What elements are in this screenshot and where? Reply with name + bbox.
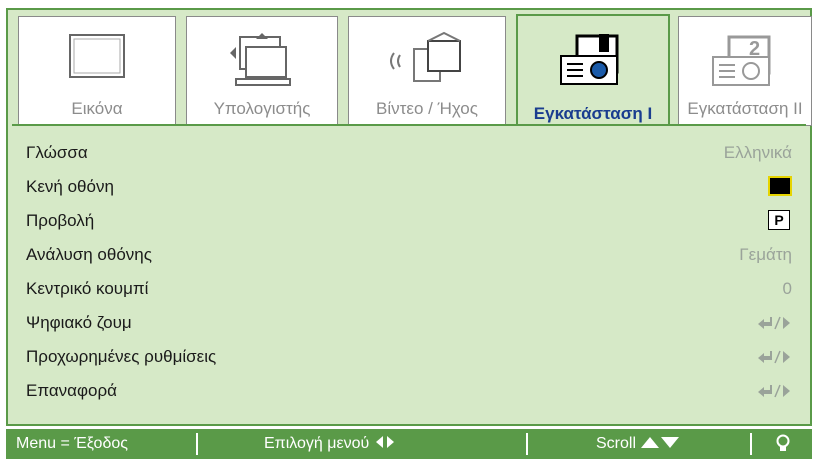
tab-setup-2[interactable]: 2 Εγκατάσταση II [678,16,812,126]
projection-mode-icon: P [768,210,790,230]
computer-icon [230,33,291,86]
menu-item-label: Επαναφορά [26,381,117,400]
tab-image[interactable]: Εικόνα [18,16,176,126]
resolution-value: Γεμάτη [739,245,792,264]
select-hint: Επιλογή μενού [264,435,396,453]
menu-item-screen-resolution[interactable]: Ανάλυση οθόνης Γεμάτη [26,238,792,272]
tab-setup-2-label: Εγκατάσταση II [687,99,803,118]
enter-arrow-icon [758,384,790,398]
menu-item-label: Ανάλυση οθόνης [26,245,152,264]
divider [750,433,752,455]
tab-image-label: Εικόνα [71,99,123,118]
menu-item-label: Προβολή [26,211,95,230]
enter-arrow-icon [758,350,790,364]
exit-hint: Menu = Έξοδος [16,435,128,452]
menu-item-advanced-settings[interactable]: Προχωρημένες ρυθμίσεις [26,340,792,374]
up-down-arrows-icon [641,437,680,448]
menu-item-label: Γλώσσα [26,143,88,162]
center-button-value: 0 [782,279,792,298]
projector-setup-icon [560,34,619,85]
tab-video-audio-label: Βίντεο / Ήχος [376,99,478,118]
menu-item-center-button[interactable]: Κεντρικό κουμπί 0 [26,272,792,306]
tab-computer[interactable]: Υπολογιστής [186,16,338,126]
enter-arrow-icon [758,316,790,330]
tab-video-audio[interactable]: Βίντεο / Ήχος [348,16,506,126]
projector-setup-2-icon: 2 [712,35,771,86]
menu-item-label: Κεντρικό κουμπί [26,279,149,298]
monitor-icon [69,34,125,78]
menu-panel: Γλώσσα Ελληνικά Κενή οθόνη Προβολή P Ανά… [12,124,806,420]
scroll-hint: Scroll [596,435,680,453]
menu-item-projection[interactable]: Προβολή P [26,204,792,238]
tab-setup-1-label: Εγκατάσταση I [533,104,653,123]
menu-item-label: Ψηφιακό ζουμ [26,313,132,332]
menu-item-digital-zoom[interactable]: Ψηφιακό ζουμ [26,306,792,340]
menu-item-language[interactable]: Γλώσσα Ελληνικά [26,136,792,170]
language-value: Ελληνικά [723,143,792,162]
video-audio-icon [390,31,461,82]
menu-item-blank-screen[interactable]: Κενή οθόνη [26,170,792,204]
menu-item-label: Κενή οθόνη [26,177,114,196]
divider [526,433,528,455]
select-hint-label: Επιλογή μενού [264,435,370,452]
status-bar: Menu = Έξοδος Επιλογή μενού Scroll [6,429,812,459]
menu-item-label: Προχωρημένες ρυθμίσεις [26,347,217,366]
osd-menu: Εικόνα Υπολογιστής Βίντεο / Ήχος Εγκατάσ… [6,8,812,426]
divider [196,433,198,455]
tab-setup-1[interactable]: Εγκατάσταση I [516,14,670,134]
lamp-icon [776,434,790,451]
left-right-arrows-icon [375,436,394,448]
scroll-hint-label: Scroll [596,435,637,452]
tab-computer-label: Υπολογιστής [213,99,311,118]
black-color-swatch [768,176,792,196]
menu-item-reset[interactable]: Επαναφορά [26,374,792,408]
